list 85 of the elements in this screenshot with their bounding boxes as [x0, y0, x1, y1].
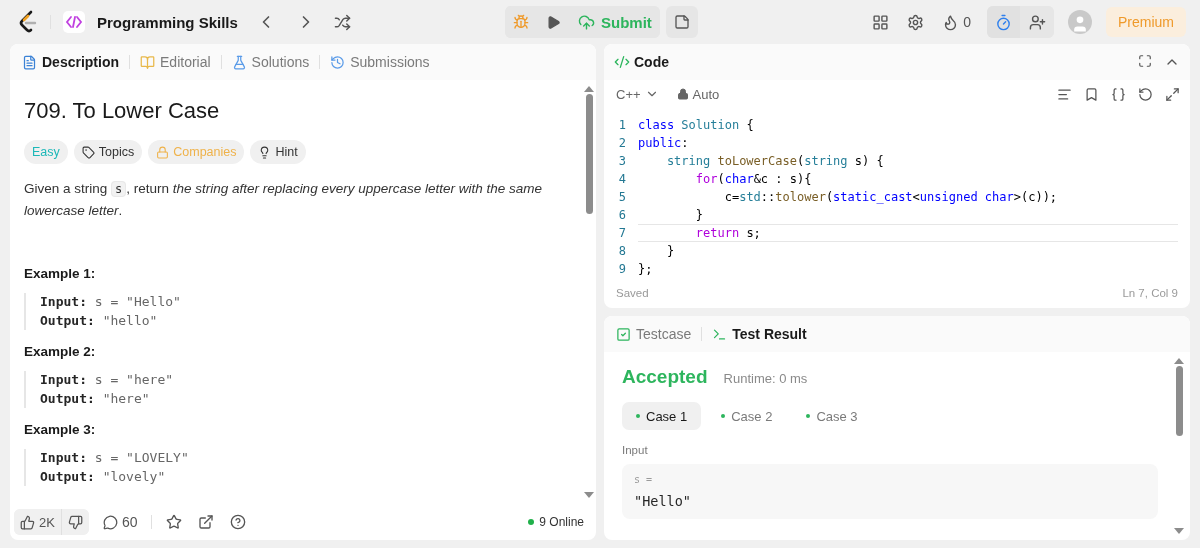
timer-button[interactable]: [987, 6, 1020, 38]
play-icon: [546, 14, 561, 30]
code-text: return s;: [638, 224, 1178, 242]
code-text: };: [638, 261, 654, 278]
panel-title: Code: [634, 54, 669, 70]
line-number: 9: [617, 261, 627, 278]
example-heading: Example 1:: [24, 266, 97, 281]
tag-chip[interactable]: Hint: [250, 140, 306, 164]
example-heading: Example 3:: [24, 422, 97, 437]
case-tab[interactable]: Case 1: [622, 402, 702, 430]
study-plan-title[interactable]: Programming Skills: [97, 13, 238, 31]
code-text: c=std::tolower(static_cast<unsigned char>(c));: [723, 189, 1059, 206]
code-text: }: [694, 207, 705, 224]
fullscreen-icon[interactable]: [1138, 54, 1152, 68]
flask-icon: [231, 54, 247, 70]
code-brackets-icon: [63, 11, 85, 33]
expand-icon[interactable]: [1165, 86, 1180, 102]
input-heading: Input: [622, 444, 649, 456]
problem-title: 709. To Lower Case: [24, 98, 221, 124]
lock-icon: [156, 145, 170, 159]
example-line: Output: "hello": [40, 312, 159, 330]
code-text: string toLowerCase(string s) {: [665, 153, 885, 170]
panel-tab[interactable]: Submissions: [328, 54, 432, 70]
panel-tab[interactable]: Test Result: [710, 326, 809, 342]
bookmark-icon[interactable]: [1084, 86, 1099, 102]
history-icon: [330, 54, 346, 70]
problem-description: Given a string s , return the string after replacing every uppercase letter with the same lowercase letter.: [24, 180, 543, 220]
shuffle-icon[interactable]: [333, 13, 351, 31]
line-number: 6: [617, 207, 627, 224]
lock-icon: [676, 88, 689, 100]
thumbs-down-icon: [67, 514, 83, 530]
code-text: for(char&c : s){: [694, 171, 813, 188]
add-user-icon: [1029, 13, 1046, 31]
example-line: Output: "here": [40, 390, 151, 408]
case-tab[interactable]: Case 3: [792, 402, 872, 430]
terminal-icon: [712, 326, 728, 342]
panel-tab[interactable]: Description: [20, 54, 121, 70]
verdict-text: Accepted: [622, 366, 708, 388]
example-heading: Example 2:: [24, 344, 97, 359]
format-icon[interactable]: [1057, 86, 1072, 102]
example-line: Input: s = "LOVELY": [40, 449, 190, 467]
code-text: }: [665, 243, 676, 260]
cloud-upload-icon: [578, 13, 595, 31]
streak-counter[interactable]: 0: [940, 11, 973, 33]
dislike-button[interactable]: [60, 509, 89, 535]
variable-value: "Hello": [634, 493, 692, 509]
note-icon: [673, 14, 690, 30]
thumbs-up-icon: [20, 514, 35, 530]
speech-bubble-icon: [102, 514, 118, 530]
line-number: 7: [617, 225, 627, 242]
online-count: 9 Online: [528, 515, 584, 529]
code-icon: [614, 54, 630, 70]
line-number: 5: [617, 189, 627, 206]
braces-icon[interactable]: [1111, 86, 1126, 102]
mode-button[interactable]: Auto: [674, 84, 722, 104]
language-select[interactable]: C++: [614, 84, 661, 104]
line-number: 4: [617, 171, 627, 188]
example-line: Output: "lovely": [40, 468, 167, 486]
case-tab[interactable]: Case 2: [707, 402, 787, 430]
logo-icon[interactable]: [18, 10, 38, 34]
tag-chip[interactable]: Topics: [73, 140, 143, 164]
code-text: class Solution {: [638, 117, 755, 134]
code-text: public:: [638, 135, 690, 152]
difficulty-badge: Easy: [24, 140, 68, 164]
panel-tab[interactable]: Editorial: [138, 54, 213, 70]
reset-icon[interactable]: [1138, 86, 1153, 102]
line-number: 3: [617, 153, 627, 170]
line-number: 8: [617, 243, 627, 260]
comments-button[interactable]: 60: [100, 512, 140, 532]
example-line: Input: s = "Hello": [40, 293, 182, 311]
runtime-text: Runtime: 0 ms: [723, 371, 808, 386]
bug-icon: [513, 14, 529, 30]
book-icon: [140, 54, 155, 70]
variable-name: s =: [634, 474, 654, 485]
line-number: 1: [617, 117, 627, 134]
stopwatch-icon: [995, 13, 1012, 31]
line-number: 2: [617, 135, 627, 152]
panel-tab[interactable]: Solutions: [229, 54, 312, 70]
document-icon: [22, 54, 37, 70]
tag-icon: [81, 145, 95, 159]
cursor-position: Ln 7, Col 9: [1122, 287, 1178, 299]
example-line: Input: s = "here": [40, 371, 175, 389]
checkbox-icon: [616, 326, 631, 342]
save-status: Saved: [616, 287, 649, 299]
panel-tab[interactable]: Testcase: [614, 326, 694, 342]
